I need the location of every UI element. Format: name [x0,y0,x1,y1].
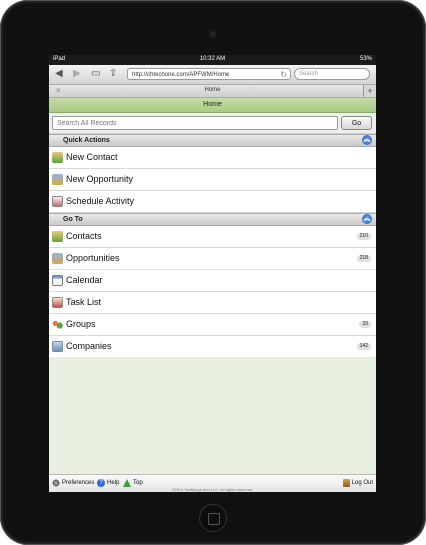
calendar-icon [52,275,63,286]
list-item-label: Opportunities [66,253,120,263]
task-list-icon [52,297,63,308]
go-to-header: Go To ︽ [49,213,376,226]
count-badge: 142 [356,343,371,350]
up-arrow-icon [123,479,131,487]
help-label: Help [107,480,120,486]
bookmarks-icon[interactable]: ▭ [91,68,100,79]
back-arrow-icon[interactable]: ◀ [55,68,63,79]
count-badge: 218 [356,255,371,262]
list-item-label: Groups [66,319,96,329]
collapse-quick-actions-icon[interactable]: ︽ [362,135,372,145]
list-item-label: Companies [66,341,112,351]
logout-label: Log Out [351,480,373,486]
content-background [49,357,376,475]
ipad-frame: iPad 10:32 AM 53% ◀ ▶ ▭ ⇪ http://chtecho… [0,0,426,545]
count-badge: 33 [359,321,371,328]
calendar-item[interactable]: Calendar [49,270,376,292]
screen: iPad 10:32 AM 53% ◀ ▶ ▭ ⇪ http://chtecho… [49,55,376,492]
forward-arrow-icon[interactable]: ▶ [73,68,81,79]
groups-item[interactable]: Groups 33 [49,314,376,336]
opportunities-item[interactable]: Opportunities 218 [49,248,376,270]
opportunity-add-icon [52,174,63,185]
list-item-label: Task List [66,297,102,307]
address-bar[interactable]: http://chtechone.com/APFWM/Home ↻ [127,68,291,80]
search-row: Go [49,113,376,134]
contacts-item[interactable]: Contacts 210 [49,226,376,248]
share-icon[interactable]: ⇪ [109,68,117,79]
url-text: http://chtechone.com/APFWM/Home [132,72,230,78]
quick-actions-title: Quick Actions [63,137,110,144]
tab-title[interactable]: Home [49,87,376,93]
status-time: 10:32 AM [199,56,226,62]
footer-bar: Preferences ? Help Top Log Out ©2011 Swif… [49,474,376,492]
new-tab-icon[interactable]: + [363,85,376,97]
list-item-label: Calendar [66,275,103,285]
contact-add-icon [52,152,63,163]
reload-icon[interactable]: ↻ [280,69,287,79]
browser-navbar: ◀ ▶ ▭ ⇪ http://chtechone.com/APFWM/Home … [49,65,376,85]
tab-bar: × Home + [49,85,376,98]
list-item-label: New Opportunity [66,174,134,184]
groups-icon [52,319,63,330]
page-title: Home [49,98,376,113]
count-badge: 210 [356,233,371,240]
camera [209,30,217,38]
copyright-text: ©2011 Swiftpage Act! LLC. All rights res… [171,487,254,492]
gear-icon [52,479,60,487]
task-list-item[interactable]: Task List [49,292,376,314]
list-item-label: Contacts [66,231,102,241]
quick-actions-header: Quick Actions ︽ [49,134,376,147]
status-bar: iPad 10:32 AM 53% [49,55,376,65]
collapse-go-to-icon[interactable]: ︽ [362,214,372,224]
opportunities-icon [52,253,63,264]
new-contact-item[interactable]: New Contact [49,147,376,169]
help-icon: ? [97,479,105,487]
go-to-title: Go To [63,216,83,223]
schedule-icon [52,196,63,207]
list-item-label: Schedule Activity [66,196,135,206]
top-label: Top [133,480,143,486]
contacts-icon [52,231,63,242]
companies-icon [52,341,63,352]
battery-label: 53% [359,56,372,62]
search-all-records-input[interactable] [52,116,338,130]
new-opportunity-item[interactable]: New Opportunity [49,169,376,191]
browser-search-field[interactable]: Search [294,68,370,80]
logout-icon [342,479,350,487]
go-button[interactable]: Go [341,116,372,130]
home-button[interactable] [200,505,226,531]
schedule-activity-item[interactable]: Schedule Activity [49,191,376,213]
companies-item[interactable]: Companies 142 [49,336,376,358]
list-item-label: New Contact [66,152,118,162]
preferences-label: Preferences [62,480,95,486]
